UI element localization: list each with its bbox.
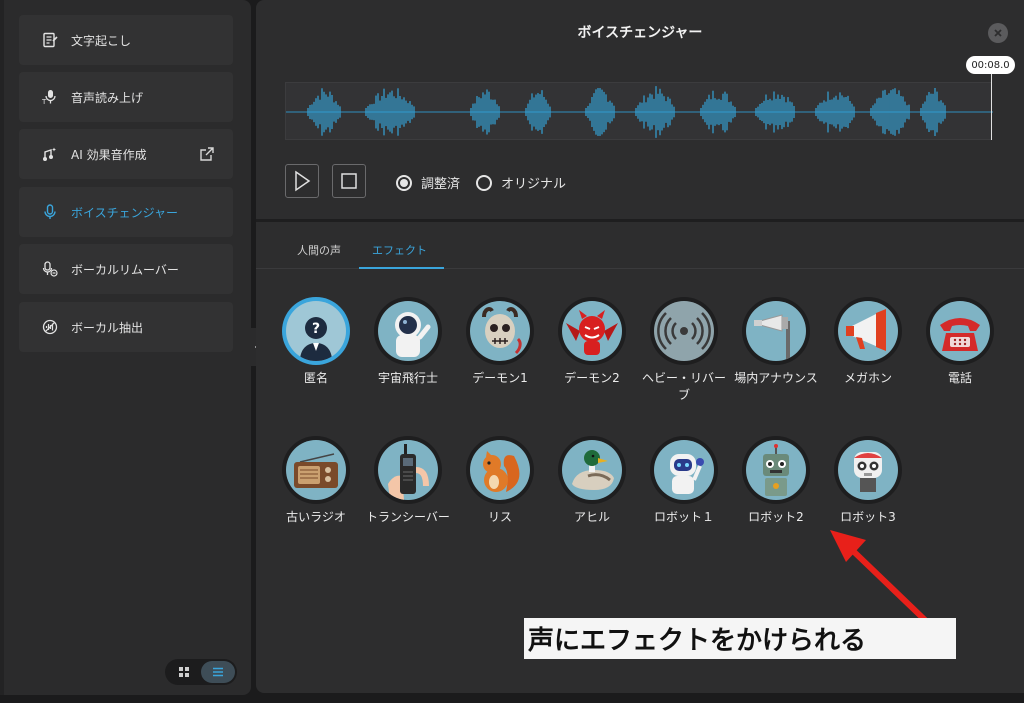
effect-duck[interactable]: アヒル (546, 436, 638, 526)
sidebar-item-label: ボーカルリムーバー (71, 262, 179, 277)
sidebar-item-voice-changer[interactable]: ボイスチェンジャー (19, 187, 233, 237)
effect-heavy-reverb[interactable]: ヘビー・リバーブ (638, 297, 730, 404)
vocal-extract-icon (41, 318, 59, 336)
sidebar-item-ai-sound-effect[interactable]: AI 効果音作成 (19, 129, 233, 179)
grid-view-button[interactable] (167, 661, 201, 683)
effect-label: 匿名 (303, 371, 328, 385)
effect-label: ヘビー・リバーブ (641, 371, 726, 402)
effect-demon-2[interactable]: デーモン2 (546, 297, 638, 387)
playhead[interactable] (991, 74, 992, 140)
robot-3-icon (838, 440, 898, 500)
radio-button-selected[interactable] (396, 174, 412, 191)
sidebar-item-label: ボーカル抽出 (71, 320, 144, 335)
close-button[interactable] (988, 23, 1008, 43)
playhead-time: 00:08.0 (966, 56, 1015, 74)
stop-button[interactable] (332, 164, 366, 198)
effect-megaphone[interactable]: メガホン (822, 297, 914, 387)
effect-label: アヒル (573, 510, 610, 524)
ai-sound-effect-icon (41, 145, 59, 163)
transcript-icon (41, 31, 59, 49)
megaphone-icon (838, 301, 898, 361)
robot-2-icon (746, 440, 806, 500)
effect-squirrel[interactable]: リス (454, 436, 546, 526)
skull-demon-icon (470, 301, 530, 361)
tab-effects[interactable]: エフェクト (372, 242, 427, 258)
microphone-icon (41, 203, 59, 221)
walkie-talkie-icon (378, 440, 438, 500)
effect-label: ロボット2 (748, 510, 804, 524)
tab-human-voice[interactable]: 人間の声 (297, 242, 341, 258)
radio-label: オリジナル (501, 177, 567, 192)
close-icon (994, 29, 1002, 37)
effect-old-radio[interactable]: 古いラジオ (270, 436, 362, 526)
loudspeaker-icon (746, 301, 806, 361)
anonymous-icon: ? (286, 301, 346, 361)
grid-view-icon (179, 667, 189, 677)
radio-original[interactable]: オリジナル (476, 173, 566, 192)
effect-astronaut[interactable]: 宇宙飛行士 (362, 297, 454, 387)
sidebar-item-vocal-remover[interactable]: ボーカルリムーバー (19, 244, 233, 294)
robot-1-icon (654, 440, 714, 500)
effect-robot-3[interactable]: ロボット3 (822, 436, 914, 526)
svg-text:T: T (42, 98, 47, 105)
duck-icon (562, 440, 622, 500)
view-mode-toggle (165, 659, 237, 685)
vocal-remover-icon (41, 260, 59, 278)
audio-waveform (286, 86, 993, 138)
sidebar-item-label: 文字起こし (71, 33, 132, 48)
effect-label: リス (487, 510, 512, 524)
section-divider (256, 219, 1024, 222)
effect-label: 場内アナウンス (734, 371, 818, 385)
effect-label: ロボット１ (653, 510, 714, 524)
sidebar-item-transcription[interactable]: 文字起こし (19, 15, 233, 65)
astronaut-icon (378, 301, 438, 361)
sidebar-item-vocal-extract[interactable]: ボーカル抽出 (19, 302, 233, 352)
effect-transceiver[interactable]: トランシーバー (362, 436, 454, 526)
radio-label: 調整済 (421, 177, 461, 192)
text-to-speech-icon: T (41, 88, 59, 106)
effect-anonymous[interactable]: ? 匿名 (270, 297, 362, 387)
effect-telephone[interactable]: 電話 (914, 297, 1006, 387)
play-icon (295, 170, 311, 192)
list-view-icon (213, 667, 223, 677)
red-demon-icon (562, 301, 622, 361)
effect-label: ロボット3 (840, 510, 896, 524)
radio-adjusted[interactable]: 調整済 (396, 173, 460, 192)
panel-title: ボイスチェンジャー (577, 25, 703, 41)
squirrel-icon (470, 440, 530, 500)
radio-button[interactable] (476, 174, 492, 191)
stop-icon (341, 173, 357, 189)
effect-label: トランシーバー (366, 510, 450, 524)
active-tab-indicator (359, 267, 444, 269)
telephone-icon (930, 301, 990, 361)
effect-demon-1[interactable]: デーモン1 (454, 297, 546, 387)
reverb-waves-icon (654, 301, 714, 361)
waveform-display[interactable] (285, 82, 993, 140)
sidebar-item-label: ボイスチェンジャー (71, 205, 179, 220)
sidebar-item-label: AI 効果音作成 (71, 147, 147, 162)
effect-label: デーモン1 (472, 371, 528, 385)
external-link-icon[interactable] (199, 146, 215, 162)
effect-label: 古いラジオ (286, 510, 346, 524)
effect-label: 電話 (947, 371, 972, 385)
sidebar: 文字起こし T 音声読み上げ AI 効果音作成 ボイスチェンジャー ボーカルリム… (0, 0, 251, 695)
effect-label: 宇宙飛行士 (377, 371, 438, 385)
effect-announcement[interactable]: 場内アナウンス (730, 297, 822, 387)
effect-label: デーモン2 (564, 371, 620, 385)
annotation-caption: 声にエフェクトをかけられる (524, 618, 956, 659)
sidebar-item-label: 音声読み上げ (71, 90, 144, 105)
effect-robot-1[interactable]: ロボット１ (638, 436, 730, 526)
effect-label: メガホン (843, 371, 892, 385)
sidebar-edge (0, 0, 4, 695)
list-view-button[interactable] (201, 661, 235, 683)
effect-robot-2[interactable]: ロボット2 (730, 436, 822, 526)
svg-text:?: ? (312, 321, 320, 337)
voice-changer-panel: ボイスチェンジャー 00:08.0 調整済 オリジナル 人間の声 エフェクト ?… (256, 0, 1024, 693)
old-radio-icon (286, 440, 346, 500)
play-button[interactable] (285, 164, 319, 198)
sidebar-item-text-to-speech[interactable]: T 音声読み上げ (19, 72, 233, 122)
